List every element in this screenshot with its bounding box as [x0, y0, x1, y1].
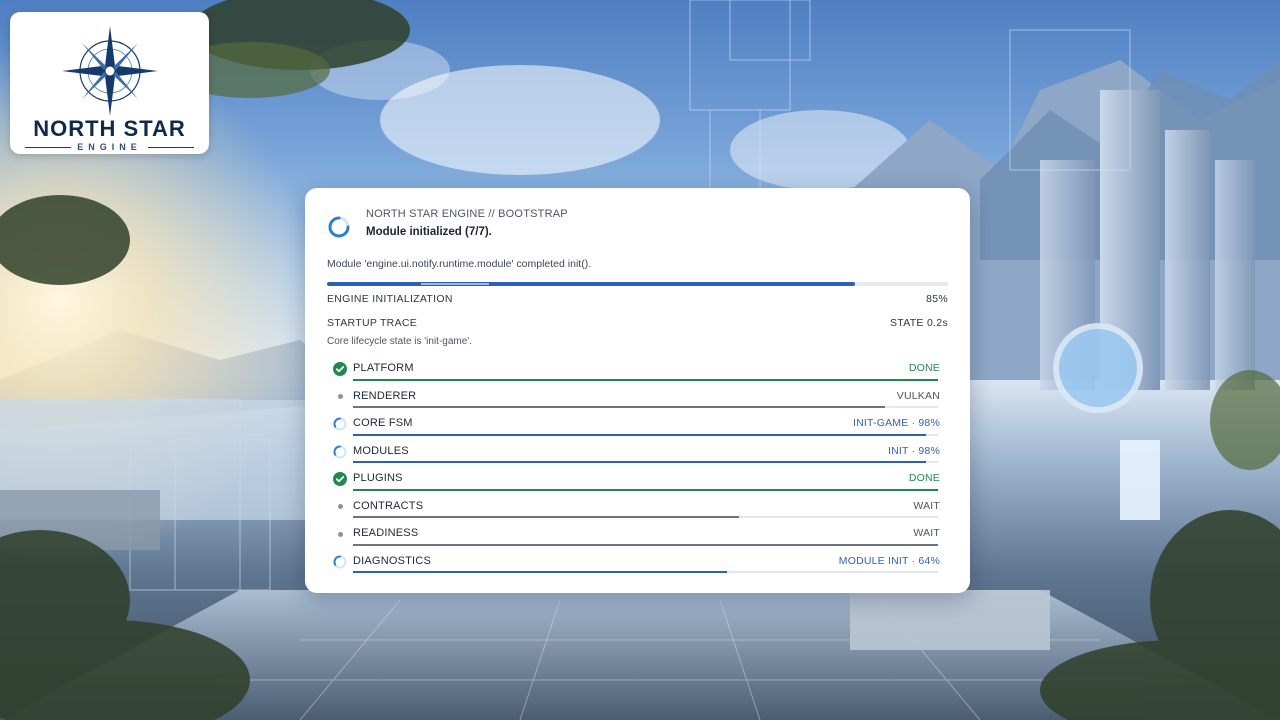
check-circle-icon: [333, 472, 347, 486]
dot-glyph: [337, 394, 343, 399]
dot-icon: [333, 500, 347, 514]
spinner-icon: [328, 216, 350, 238]
engine-progress-shine: [421, 283, 489, 285]
step-progress-track: [353, 488, 938, 491]
step-name: DIAGNOSTICS: [353, 554, 431, 567]
step-name: CORE FSM: [353, 417, 413, 429]
step-status: WAIT: [913, 527, 940, 539]
step-name: MODULES: [353, 444, 409, 457]
engine-init-value: 85%: [926, 293, 948, 305]
bootstrap-panel: NORTH STAR ENGINE // BOOTSTRAP Module in…: [305, 188, 970, 593]
step-status: INIT · 98%: [888, 444, 940, 457]
step-name: PLUGINS: [353, 472, 403, 484]
step-status: VULKAN: [896, 389, 940, 402]
logo-rule-right: [147, 146, 194, 148]
step-row-renderer: RENDERER VULKAN: [327, 384, 948, 412]
step-status: DONE: [908, 472, 940, 484]
logo-card: NORTH STAR ENGINE: [10, 12, 209, 154]
engine-init-label: ENGINE INITIALIZATION: [327, 293, 453, 305]
step-progress-track: [353, 461, 938, 463]
step-progress-track: [353, 543, 938, 546]
step-status: DONE: [908, 362, 940, 374]
engine-init-row: ENGINE INITIALIZATION 85%: [327, 293, 948, 305]
dot-glyph: [337, 531, 343, 537]
engine-progress-fill: [327, 282, 855, 286]
startup-trace-row: STARTUP TRACE STATE 0.2s: [327, 317, 948, 329]
step-progress-track: [353, 571, 938, 573]
spinner-icon: [333, 444, 347, 459]
logo-title: NORTH STAR: [33, 116, 186, 141]
step-row-core-fsm: CORE FSM INIT-GAME · 98%: [327, 411, 948, 439]
panel-header: NORTH STAR ENGINE // BOOTSTRAP Module in…: [327, 206, 948, 254]
step-status: MODULE INIT · 64%: [838, 554, 940, 567]
step-row-modules: MODULES INIT · 98%: [327, 439, 948, 467]
step-row-readiness: READINESS WAIT: [327, 521, 948, 549]
dot-glyph: [337, 504, 343, 509]
logo-subtitle-row: ENGINE: [25, 142, 194, 152]
panel-kicker: NORTH STAR ENGINE // BOOTSTRAP: [366, 208, 568, 220]
engine-progress-bar: [327, 282, 948, 286]
step-progress-fill: [353, 378, 938, 381]
step-name: PLATFORM: [353, 362, 414, 374]
panel-title: Module initialized (7/7).: [366, 226, 492, 238]
step-status: WAIT: [913, 499, 940, 512]
step-name: RENDERER: [353, 389, 417, 402]
startup-step-list: PLATFORM DONE RENDERER VULKAN CORE FSM INIT-G…: [327, 356, 948, 576]
check-circle-icon: [333, 362, 347, 376]
step-progress-fill: [353, 543, 938, 546]
logo-rule-left: [25, 146, 72, 148]
step-name: CONTRACTS: [353, 499, 424, 512]
startup-trace-value: STATE 0.2s: [889, 317, 948, 329]
step-progress-fill: [353, 571, 728, 573]
step-progress-track: [353, 378, 938, 381]
startup-trace-label: STARTUP TRACE: [327, 317, 418, 329]
trace-note: Core lifecycle state is 'init-game'.: [327, 336, 472, 347]
step-row-plugins: PLUGINS DONE: [327, 466, 948, 494]
step-row-platform: PLATFORM DONE: [327, 356, 948, 384]
spinner-icon: [333, 417, 347, 431]
step-progress-fill: [353, 461, 927, 463]
dot-icon: [333, 390, 347, 404]
step-status: INIT-GAME · 98%: [852, 417, 940, 429]
module-detail: Module 'engine.ui.notify.runtime.module'…: [327, 258, 592, 270]
step-progress-track: [353, 433, 938, 436]
step-row-contracts: CONTRACTS WAIT: [327, 494, 948, 522]
step-progress-fill: [353, 516, 740, 518]
step-progress-fill: [353, 488, 938, 491]
compass-star-icon: [61, 26, 158, 116]
spinner-icon: [333, 554, 347, 569]
step-progress-fill: [353, 433, 927, 436]
step-row-diagnostics: DIAGNOSTICS MODULE INIT · 64%: [327, 549, 948, 577]
step-progress-track: [353, 516, 938, 518]
dot-icon: [333, 527, 347, 541]
logo-subtitle: ENGINE: [77, 142, 142, 152]
step-name: READINESS: [353, 527, 419, 539]
step-progress-fill: [353, 406, 886, 408]
step-progress-track: [353, 406, 938, 408]
